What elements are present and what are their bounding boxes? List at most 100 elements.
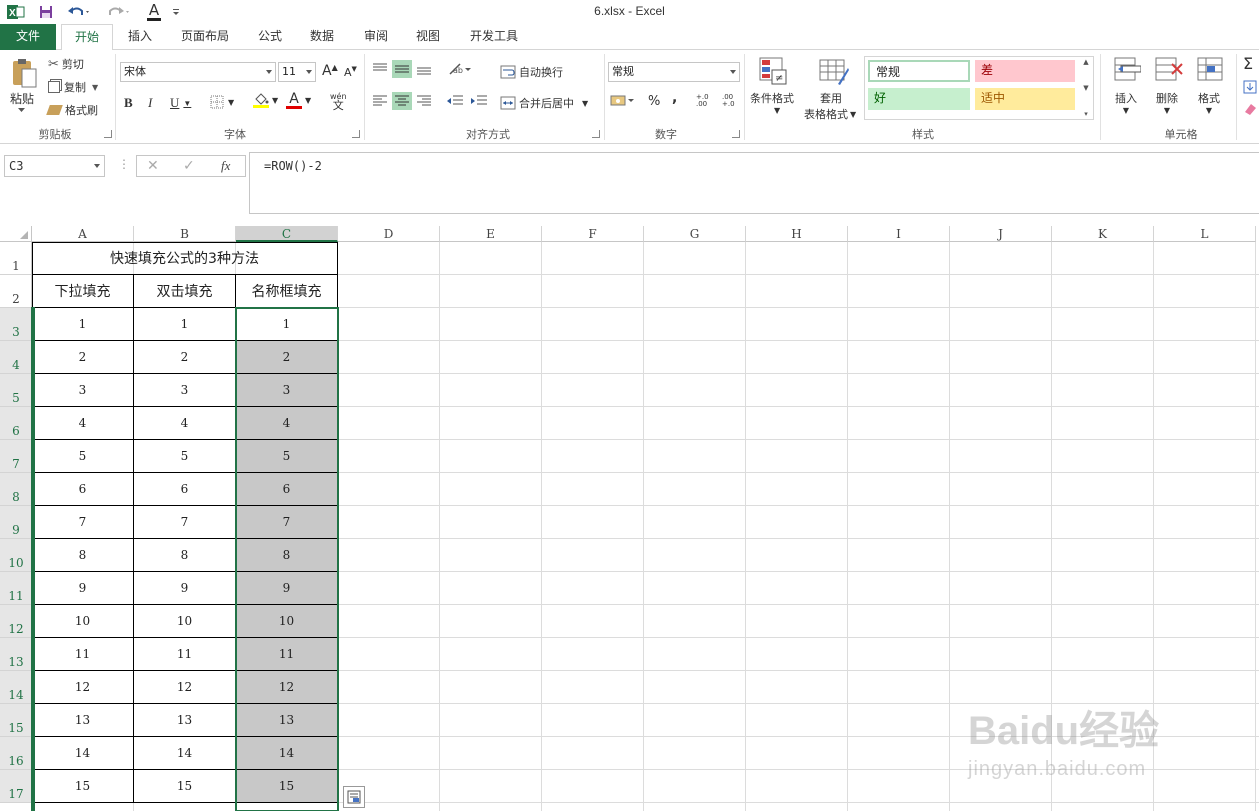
- insert-cells-button[interactable]: 插入 ▼: [1115, 90, 1137, 115]
- header-cell[interactable]: 名称框填充: [236, 275, 338, 308]
- tab-developer[interactable]: 开发工具: [460, 24, 528, 50]
- auto-fill-options-icon[interactable]: [343, 786, 365, 808]
- tab-formulas[interactable]: 公式: [250, 24, 290, 50]
- data-cell[interactable]: 13: [32, 704, 134, 737]
- align-middle-icon[interactable]: [392, 60, 412, 78]
- font-color-button[interactable]: A ▼: [286, 92, 311, 109]
- column-header-e[interactable]: E: [440, 226, 542, 242]
- delete-cells-icon[interactable]: [1154, 56, 1184, 86]
- data-cell[interactable]: 10: [236, 605, 338, 638]
- align-right-icon[interactable]: [416, 94, 432, 108]
- row-header-8[interactable]: 8: [0, 473, 32, 506]
- number-launcher-icon[interactable]: [732, 130, 740, 138]
- data-cell[interactable]: 1: [236, 308, 338, 341]
- data-cell[interactable]: 8: [134, 539, 236, 572]
- column-header-k[interactable]: K: [1052, 226, 1154, 242]
- font-name-select[interactable]: 宋体: [120, 62, 276, 82]
- data-cell[interactable]: 7: [236, 506, 338, 539]
- align-bottom-icon[interactable]: [416, 62, 432, 76]
- header-cell[interactable]: 双击填充: [134, 275, 236, 308]
- row-header-17[interactable]: 17: [0, 770, 32, 803]
- row-header-14[interactable]: 14: [0, 671, 32, 704]
- data-cell[interactable]: 1: [32, 308, 134, 341]
- increase-decimal-button[interactable]: +.0 .00: [696, 94, 718, 108]
- conditional-format-dropdown-icon[interactable]: ▼: [774, 106, 780, 115]
- clear-icon[interactable]: [1243, 102, 1257, 116]
- data-cell[interactable]: 15: [236, 770, 338, 803]
- data-cell[interactable]: 2: [134, 341, 236, 374]
- format-cells-icon[interactable]: [1196, 56, 1226, 86]
- shrink-font-button[interactable]: A ▼: [344, 65, 357, 80]
- paste-button[interactable]: 粘贴: [10, 90, 34, 107]
- column-header-g[interactable]: G: [644, 226, 746, 242]
- alignment-launcher-icon[interactable]: [592, 130, 600, 138]
- row-header-16[interactable]: 16: [0, 737, 32, 770]
- data-cell[interactable]: 5: [32, 440, 134, 473]
- column-header-d[interactable]: D: [338, 226, 440, 242]
- percent-button[interactable]: %: [648, 94, 660, 109]
- tab-view[interactable]: 视图: [408, 24, 448, 50]
- data-cell[interactable]: 3: [236, 374, 338, 407]
- row-header-10[interactable]: 10: [0, 539, 32, 572]
- insert-function-button[interactable]: fx: [221, 158, 230, 174]
- data-cell[interactable]: 6: [134, 473, 236, 506]
- tab-review[interactable]: 审阅: [356, 24, 396, 50]
- row-header-7[interactable]: 7: [0, 440, 32, 473]
- column-header-i[interactable]: I: [848, 226, 950, 242]
- style-bad[interactable]: 差: [975, 60, 1075, 82]
- comma-button[interactable]: ,: [672, 90, 677, 106]
- row-header-12[interactable]: 12: [0, 605, 32, 638]
- header-cell[interactable]: 下拉填充: [32, 275, 134, 308]
- grow-font-button[interactable]: A ▲: [322, 63, 338, 80]
- merged-title-cell[interactable]: 快速填充公式的3种方法: [32, 242, 338, 275]
- column-header-l[interactable]: L: [1154, 226, 1256, 242]
- data-cell[interactable]: 5: [236, 440, 338, 473]
- insert-cells-icon[interactable]: [1113, 56, 1141, 86]
- data-cell[interactable]: 14: [32, 737, 134, 770]
- format-as-table-button[interactable]: 套用: [820, 90, 842, 106]
- accounting-format-icon[interactable]: [610, 94, 636, 108]
- row-header-2[interactable]: 2: [0, 275, 32, 308]
- increase-indent-icon[interactable]: [470, 94, 488, 108]
- data-cell[interactable]: 6: [32, 473, 134, 506]
- align-center-icon[interactable]: [392, 92, 412, 110]
- column-header-j[interactable]: J: [950, 226, 1052, 242]
- data-cell[interactable]: 15: [134, 770, 236, 803]
- data-cell[interactable]: 8: [236, 539, 338, 572]
- format-cells-button[interactable]: 格式 ▼: [1198, 90, 1220, 115]
- decrease-decimal-button[interactable]: .00 +.0: [722, 94, 744, 108]
- row-header-15[interactable]: 15: [0, 704, 32, 737]
- format-as-table-icon[interactable]: [818, 56, 850, 86]
- font-size-select[interactable]: 11: [278, 62, 316, 82]
- tab-home[interactable]: 开始: [61, 24, 113, 51]
- data-cell[interactable]: 11: [134, 638, 236, 671]
- data-cell[interactable]: 11: [236, 638, 338, 671]
- data-cell[interactable]: 11: [32, 638, 134, 671]
- row-header-5[interactable]: 5: [0, 374, 32, 407]
- column-header-f[interactable]: F: [542, 226, 644, 242]
- row-header-13[interactable]: 13: [0, 638, 32, 671]
- data-cell[interactable]: 7: [32, 506, 134, 539]
- align-left-icon[interactable]: [372, 94, 388, 108]
- orientation-icon[interactable]: ab: [448, 62, 472, 76]
- data-cell[interactable]: 9: [236, 572, 338, 605]
- name-box[interactable]: C3: [4, 155, 105, 177]
- row-header-6[interactable]: 6: [0, 407, 32, 440]
- data-cell[interactable]: 3: [32, 374, 134, 407]
- data-cell[interactable]: 4: [32, 407, 134, 440]
- cancel-icon[interactable]: ✕: [147, 158, 159, 174]
- data-cell[interactable]: 2: [236, 341, 338, 374]
- data-cell[interactable]: 7: [134, 506, 236, 539]
- bold-button[interactable]: B: [124, 95, 133, 111]
- fill-color-button[interactable]: ▼: [253, 93, 278, 108]
- column-header-a[interactable]: A: [32, 226, 134, 242]
- data-cell[interactable]: 13: [236, 704, 338, 737]
- paste-icon[interactable]: [8, 56, 40, 90]
- wrap-text-button[interactable]: 自动换行: [500, 64, 563, 80]
- phonetic-button[interactable]: wén 文: [330, 92, 347, 111]
- column-header-b[interactable]: B: [134, 226, 236, 242]
- italic-button[interactable]: I: [148, 95, 152, 111]
- row-header-4[interactable]: 4: [0, 341, 32, 374]
- conditional-format-button[interactable]: 条件格式: [750, 90, 794, 106]
- underline-button[interactable]: U ▼: [170, 95, 191, 111]
